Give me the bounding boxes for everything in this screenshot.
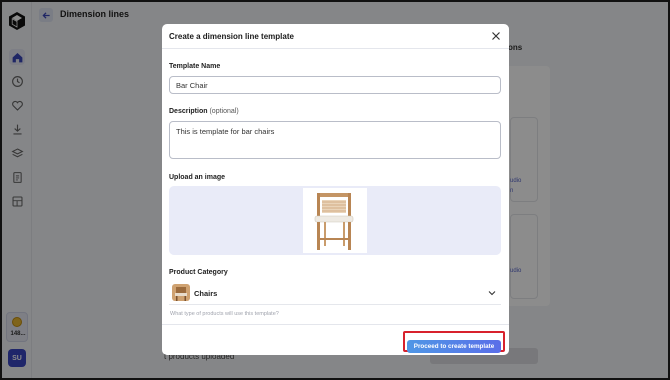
category-help-text: What type of products will use this temp… bbox=[170, 311, 279, 317]
template-name-input[interactable] bbox=[169, 76, 501, 94]
description-label: Description (optional) bbox=[169, 108, 239, 115]
dialog-title: Create a dimension line template bbox=[169, 32, 294, 41]
proceed-button[interactable]: Proceed to create template bbox=[407, 340, 501, 353]
category-thumbnail bbox=[172, 284, 190, 301]
highlight-box: Proceed to create template bbox=[403, 331, 505, 353]
bar-chair-image bbox=[314, 193, 354, 250]
close-icon[interactable] bbox=[491, 31, 501, 41]
category-selected-value: Chairs bbox=[194, 289, 218, 298]
chevron-down-icon bbox=[488, 291, 496, 296]
chair-thumbnail-icon bbox=[175, 287, 187, 301]
image-upload-dropzone[interactable] bbox=[169, 186, 501, 255]
create-template-dialog: Create a dimension line template Templat… bbox=[162, 24, 509, 355]
uploaded-chair-image bbox=[303, 188, 367, 253]
optional-hint: (optional) bbox=[209, 108, 239, 115]
category-label: Product Category bbox=[169, 269, 228, 276]
description-textarea[interactable]: This is template for bar chairs bbox=[169, 121, 501, 159]
category-select[interactable]: Chairs bbox=[169, 281, 501, 305]
dialog-header: Create a dimension line template bbox=[162, 24, 509, 49]
description-label-text: Description bbox=[169, 108, 208, 115]
template-name-label: Template Name bbox=[169, 63, 221, 70]
upload-label: Upload an image bbox=[169, 174, 226, 181]
dialog-footer: Proceed to create template bbox=[162, 324, 509, 355]
